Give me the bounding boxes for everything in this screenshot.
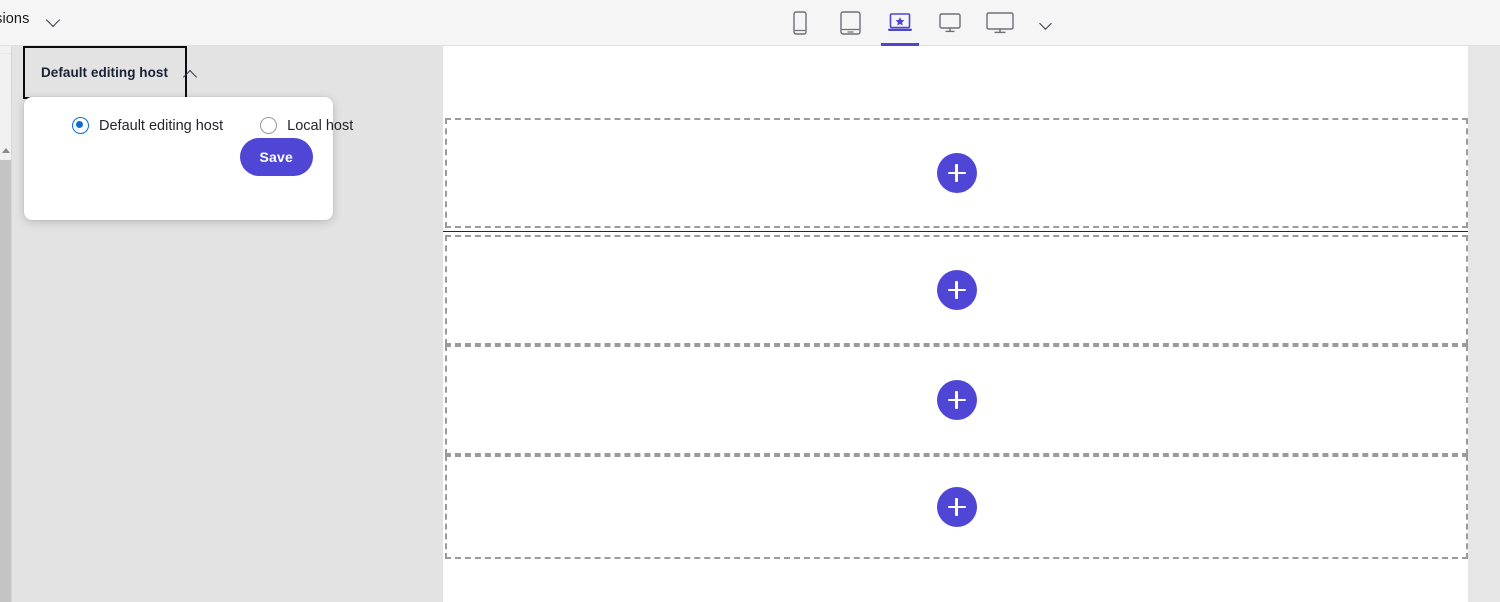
block-placeholder[interactable] — [445, 345, 1468, 455]
radio-selected-icon[interactable] — [72, 117, 89, 134]
canvas-right-gutter — [1468, 46, 1500, 602]
add-block-button[interactable] — [936, 487, 977, 527]
radio-option-label: Local host — [287, 117, 354, 134]
chevron-down-icon — [1040, 16, 1054, 30]
versions-menu-button[interactable]: ersions — [0, 11, 61, 27]
large-monitor-icon — [985, 11, 1015, 35]
block-placeholder[interactable] — [445, 235, 1468, 345]
tablet-icon — [839, 11, 861, 35]
device-switcher — [775, 0, 1069, 46]
radio-option-local-host[interactable]: Local host — [260, 117, 353, 134]
editing-host-dropdown-trigger[interactable]: Default editing host — [23, 46, 187, 99]
block-placeholder[interactable] — [445, 118, 1468, 228]
device-button-tablet[interactable] — [825, 0, 875, 46]
versions-menu-label: ersions — [0, 11, 30, 27]
editing-host-dropdown-panel: Default editing host Local host Save — [24, 97, 353, 220]
block-placeholder[interactable] — [445, 455, 1468, 559]
radio-unselected-icon[interactable] — [260, 117, 278, 134]
add-block-button[interactable] — [936, 380, 977, 420]
scrollbar-thumb[interactable] — [0, 160, 11, 602]
block-divider — [443, 231, 1468, 232]
device-switcher-more-button[interactable] — [1025, 0, 1069, 46]
editing-host-trigger-label: Default editing host — [41, 65, 168, 80]
device-button-mobile[interactable] — [775, 0, 825, 46]
page-canvas — [443, 46, 1468, 602]
app-root: ersions — [0, 0, 1500, 602]
top-header-bar: ersions — [0, 0, 1500, 46]
device-button-laptop[interactable] — [875, 0, 925, 46]
monitor-icon — [938, 12, 962, 34]
radio-option-label: Default editing host — [99, 117, 224, 134]
radio-option-default-editing-host[interactable]: Default editing host — [72, 117, 223, 134]
left-scroll-rail — [0, 46, 11, 602]
laptop-star-icon — [887, 12, 913, 34]
add-block-button[interactable] — [936, 153, 977, 193]
mobile-icon — [793, 11, 807, 35]
device-button-desktop[interactable] — [925, 0, 975, 46]
add-block-button[interactable] — [936, 270, 977, 310]
save-button[interactable]: Save — [239, 138, 313, 176]
vertical-scrollbar[interactable] — [0, 142, 11, 602]
scroll-up-arrow-icon[interactable] — [0, 142, 11, 158]
chevron-down-icon — [47, 12, 61, 26]
rail-top-stub — [0, 46, 11, 54]
editing-host-radio-group: Default editing host Local host — [24, 117, 353, 134]
device-button-large-desktop[interactable] — [975, 0, 1025, 46]
